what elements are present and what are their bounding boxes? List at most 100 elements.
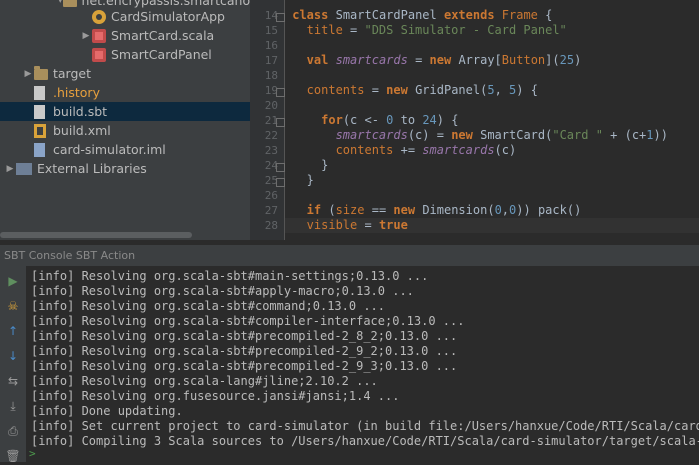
expand-arrow-icon[interactable]: ▾ [58, 0, 63, 6]
tree-item-cardsimulatorapp[interactable]: CardSimulatorApp [0, 7, 250, 26]
lib-icon [16, 163, 32, 175]
code-token: title [292, 23, 351, 37]
line-number: 18 [264, 69, 278, 82]
line-number: 28 [264, 219, 278, 232]
code-token: = [350, 23, 365, 37]
line-number: 19 [264, 84, 278, 97]
code-token: "DDS Simulator - Card Panel" [364, 23, 567, 37]
code-token: extends [443, 8, 502, 22]
tree-item-smartcardpanel[interactable]: SmartCardPanel [0, 45, 250, 64]
code-line[interactable]: } [285, 173, 699, 188]
fold-marker-icon[interactable] [276, 13, 285, 22]
code-line[interactable]: for(c <- 0 to 24) { [285, 113, 699, 128]
code-line[interactable]: contents += smartcards(c) [285, 143, 699, 158]
code-token: new [451, 128, 481, 142]
code-token: SmartCardPanel [335, 8, 444, 22]
line-number: 26 [264, 189, 278, 202]
code-token: + (c+ [602, 128, 647, 142]
line-number: 20 [264, 99, 278, 112]
code-token: size [335, 203, 372, 217]
skull-icon[interactable]: ☠ [4, 297, 22, 315]
fold-marker-icon[interactable] [276, 118, 285, 127]
code-token: Array[ [458, 53, 502, 67]
down-arrow-icon[interactable]: ↓ [4, 347, 22, 365]
code-token: Button [501, 53, 546, 67]
scroll-to-end-icon[interactable]: ⤓ [4, 397, 22, 415]
tree-item-build-sbt[interactable]: build.sbt [0, 102, 250, 121]
code-line[interactable]: class SmartCardPanel extends Frame { [285, 8, 699, 23]
code-token: (c) = [407, 128, 452, 142]
code-token: == [371, 203, 394, 217]
expand-arrow-icon[interactable]: ▶ [80, 31, 92, 41]
code-token: Frame [501, 8, 546, 22]
soft-wrap-icon[interactable]: ⇆ [4, 372, 22, 390]
code-token: class [292, 8, 336, 22]
run-icon[interactable]: ▶ [4, 272, 22, 290]
code-line[interactable] [285, 98, 699, 113]
code-line[interactable] [285, 188, 699, 203]
tree-item-external-libraries[interactable]: ▶ External Libraries [0, 159, 250, 178]
tree-item-label: target [53, 66, 92, 81]
code-token: ) { [436, 113, 459, 127]
code-token: ]( [545, 53, 560, 67]
code-editor[interactable]: class SmartCardPanel extends Frame { tit… [285, 0, 699, 240]
print-icon[interactable]: ⎙ [4, 422, 22, 440]
line-number: 21 [264, 114, 278, 127]
file-icon [34, 104, 45, 119]
code-line[interactable]: if (size == new Dimension(0,0)) pack() [285, 203, 699, 218]
console-output[interactable]: > [info] Resolving org.scala-sbt#main-se… [27, 266, 699, 462]
tree-item-target[interactable]: ▶ target [0, 64, 250, 83]
code-line[interactable]: smartcards(c) = new SmartCard("Card " + … [285, 128, 699, 143]
horizontal-scrollbar[interactable] [0, 232, 192, 238]
code-line[interactable]: title = "DDS Simulator - Card Panel" [285, 23, 699, 38]
code-token: () [566, 203, 582, 217]
code-token: new [393, 203, 423, 217]
code-token: )) [653, 128, 668, 142]
code-token: new [386, 83, 416, 97]
fold-marker-icon[interactable] [276, 88, 285, 97]
console-line: [info] Resolving org.scala-sbt#apply-mac… [31, 284, 414, 298]
code-token: Dimension( [422, 203, 495, 217]
code-line[interactable]: visible = true [285, 218, 699, 233]
folder-icon [34, 66, 48, 80]
tree-item-build-xml[interactable]: build.xml [0, 121, 250, 140]
code-token: true [378, 218, 408, 232]
console-line: [info] Done updating. [31, 404, 183, 418]
code-line[interactable]: contents = new GridPanel(5, 5) { [285, 83, 699, 98]
scala-icon [92, 47, 106, 62]
console-line: [info] Set current project to card-simul… [31, 419, 699, 433]
tree-item-label: SmartCard.scala [111, 28, 215, 43]
code-token: smartcards [335, 53, 408, 67]
tree-item--history[interactable]: .history [0, 83, 250, 102]
tree-item-smartcard-scala[interactable]: ▶ SmartCard.scala [0, 26, 250, 45]
line-number: 25 [264, 174, 278, 187]
code-line[interactable] [285, 38, 699, 53]
console-title: SBT Console SBT Action [4, 249, 136, 262]
tree-item-label: External Libraries [37, 161, 147, 176]
console-line: [info] Compiling 3 Scala sources to /Use… [31, 434, 699, 448]
code-line[interactable]: } [285, 158, 699, 173]
code-token: contents [292, 83, 372, 97]
expand-arrow-icon[interactable]: ▶ [22, 69, 34, 79]
fold-marker-icon[interactable] [276, 163, 285, 172]
code-line[interactable]: val smartcards = new Array[Button](25) [285, 53, 699, 68]
code-token: smartcards [292, 128, 408, 142]
xml-icon [34, 123, 46, 138]
code-token: smartcards [422, 143, 495, 157]
code-token: ( [328, 203, 336, 217]
code-token: val [292, 53, 336, 67]
up-arrow-icon[interactable]: ↑ [4, 322, 22, 340]
fold-marker-icon[interactable] [276, 178, 285, 187]
code-token: 0 [386, 113, 401, 127]
code-token: = [364, 218, 379, 232]
expand-arrow-icon[interactable]: ▶ [4, 164, 16, 174]
code-line[interactable] [285, 68, 699, 83]
code-token: )) [516, 203, 538, 217]
code-token: 1 [646, 128, 654, 142]
line-number: 16 [264, 39, 278, 52]
code-token: { [545, 8, 553, 22]
code-token: } [292, 173, 314, 187]
tree-item-card-simulator-iml[interactable]: card-simulator.iml [0, 140, 250, 159]
clear-icon[interactable]: 🗑 [4, 447, 22, 465]
iml-icon [34, 142, 45, 157]
